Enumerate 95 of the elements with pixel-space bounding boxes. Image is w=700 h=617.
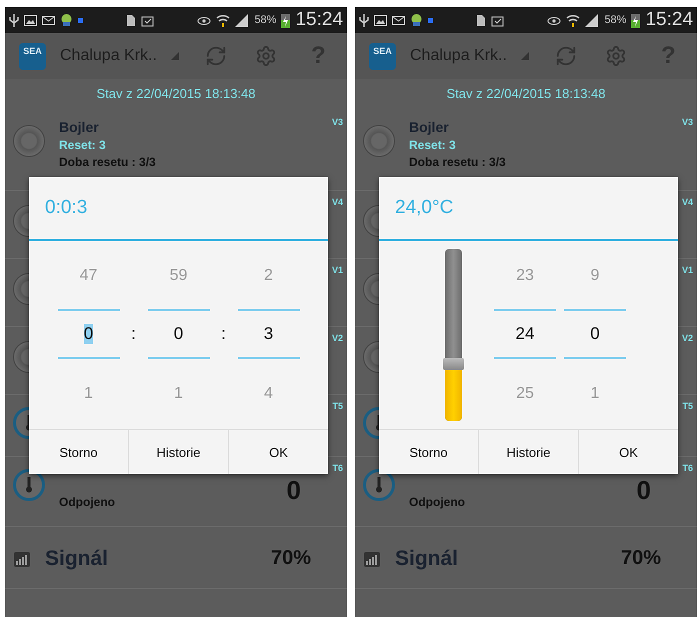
- channel-tag: V3: [682, 117, 693, 127]
- settings-icon[interactable]: [604, 45, 627, 67]
- channel-tag: V2: [682, 333, 693, 343]
- separator: :: [130, 324, 137, 344]
- signal-icon: [235, 14, 250, 26]
- channel-tag: V4: [682, 197, 693, 207]
- indicator-lamp[interactable]: [13, 125, 45, 157]
- slider-track[interactable]: [445, 249, 462, 421]
- next-value[interactable]: 4: [264, 377, 273, 411]
- thermometer-icon: [363, 469, 395, 501]
- dialog-title: 0:0:3: [45, 197, 88, 219]
- status-text: Odpojeno: [409, 495, 466, 509]
- dropdown-triangle-icon: [520, 52, 529, 60]
- android-icon: [410, 13, 423, 27]
- dialog-button[interactable]: OK: [578, 430, 678, 474]
- value-field[interactable]: 0: [148, 309, 210, 359]
- value-field[interactable]: 0: [58, 309, 120, 359]
- reset-period: Doba resetu : 3/3: [409, 155, 507, 169]
- usb-icon: [9, 13, 19, 27]
- settings-icon[interactable]: [254, 45, 277, 67]
- signal-bars-icon: [13, 550, 31, 568]
- mail-icon: [392, 14, 405, 26]
- reset-count: Reset: 3: [59, 138, 107, 152]
- signal-value: 70%: [270, 547, 311, 570]
- channel-tag: T6: [682, 463, 693, 473]
- signal-label: Signál: [395, 546, 460, 570]
- signal-value: 70%: [620, 547, 661, 570]
- dialog-button[interactable]: Historie: [128, 430, 228, 474]
- previous-value[interactable]: 2: [264, 259, 273, 293]
- location-dropdown[interactable]: Chalupa Krk..: [410, 47, 507, 65]
- next-value[interactable]: 1: [590, 377, 600, 411]
- location-dropdown[interactable]: Chalupa Krk..: [60, 47, 157, 65]
- battery-icon: [631, 12, 640, 28]
- battery-percent: 58%: [604, 14, 626, 26]
- next-value[interactable]: 25: [516, 377, 534, 411]
- status-timestamp: Stav z 22/04/2015 18:13:48: [95, 85, 256, 103]
- wifi-icon: [216, 14, 230, 26]
- eye-icon: [197, 15, 212, 25]
- eye-icon: [547, 15, 562, 25]
- battery-icon: [281, 12, 290, 28]
- previous-value[interactable]: 59: [170, 259, 188, 293]
- signal-icon: [585, 14, 600, 26]
- channel-tag: V2: [332, 333, 343, 343]
- channel-tag: V1: [682, 265, 693, 275]
- battery-percent: 58%: [254, 14, 276, 26]
- previous-value[interactable]: 23: [516, 259, 534, 293]
- separator: :: [220, 324, 227, 344]
- previous-value[interactable]: 9: [590, 259, 600, 293]
- slider-thumb[interactable]: [443, 358, 464, 370]
- signal-label: Signál: [45, 546, 110, 570]
- android-icon: [60, 13, 73, 27]
- clipboard-icon: [491, 14, 504, 26]
- value-field[interactable]: 24: [494, 309, 556, 359]
- image-icon: [24, 14, 37, 26]
- channel-tag: T5: [682, 401, 693, 411]
- dropdown-triangle-icon: [170, 52, 179, 60]
- status-text: Odpojeno: [59, 495, 116, 509]
- value-field[interactable]: 3: [238, 309, 300, 359]
- reset-count: Reset: 3: [409, 138, 457, 152]
- clock-time: 15:24: [645, 9, 694, 31]
- sim-icon: [126, 14, 136, 26]
- usb-icon: [359, 13, 369, 27]
- help-button[interactable]: ?: [310, 42, 326, 70]
- app-logo: SEA: [19, 42, 46, 70]
- dialog-button[interactable]: Storno: [379, 430, 478, 474]
- refresh-icon[interactable]: [204, 45, 227, 67]
- channel-tag: T5: [332, 401, 343, 411]
- reset-period: Doba resetu : 3/3: [59, 155, 157, 169]
- wifi-icon: [566, 14, 580, 26]
- thermometer-icon: [13, 469, 45, 501]
- next-value[interactable]: 1: [84, 377, 93, 411]
- status-timestamp: Stav z 22/04/2015 18:13:48: [445, 85, 606, 103]
- refresh-icon[interactable]: [554, 45, 577, 67]
- mail-icon: [42, 14, 55, 26]
- value-field[interactable]: 0: [564, 309, 626, 359]
- image-icon: [374, 14, 387, 26]
- channel-tag: V3: [332, 117, 343, 127]
- next-value[interactable]: 1: [174, 377, 183, 411]
- app-logo: SEA: [369, 42, 396, 70]
- signal-bars-icon: [363, 550, 381, 568]
- sim-icon: [476, 14, 486, 26]
- clipboard-icon: [141, 14, 154, 26]
- sensor-value: 0: [636, 475, 651, 506]
- dialog-button[interactable]: OK: [228, 430, 328, 474]
- dialog-button[interactable]: Storno: [29, 430, 128, 474]
- clock-time: 15:24: [295, 9, 344, 31]
- channel-tag: T6: [332, 463, 343, 473]
- sensor-value: 0: [286, 475, 301, 506]
- dialog-button[interactable]: Historie: [478, 430, 578, 474]
- previous-value[interactable]: 47: [80, 259, 98, 293]
- indicator-lamp[interactable]: [363, 125, 395, 157]
- channel-tag: V1: [332, 265, 343, 275]
- help-button[interactable]: ?: [660, 42, 676, 70]
- channel-tag: V4: [332, 197, 343, 207]
- dialog-title: 24,0°C: [395, 197, 454, 219]
